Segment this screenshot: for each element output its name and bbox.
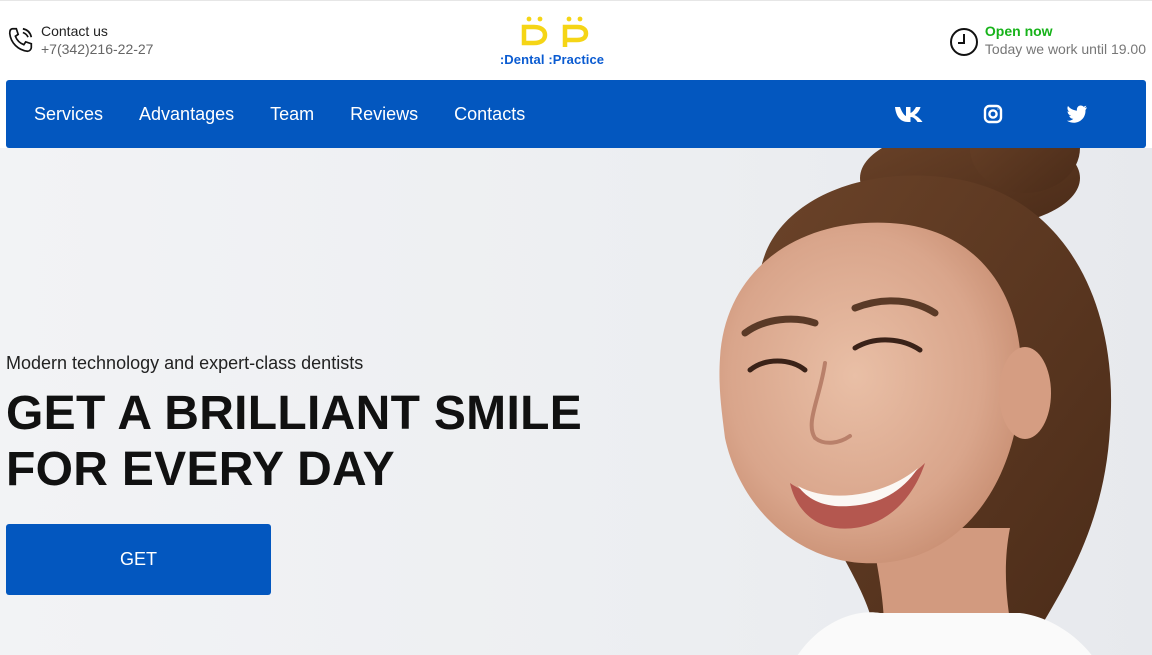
nav-item-services[interactable]: Services — [34, 104, 103, 125]
nav-item-advantages[interactable]: Advantages — [139, 104, 234, 125]
top-bar: Contact us +7(342)216-22-27 :Dental :Pra… — [0, 0, 1152, 80]
contact-block: Contact us +7(342)216-22-27 — [6, 23, 153, 59]
logo[interactable]: :Dental :Practice — [480, 13, 624, 67]
hero-subtitle: Modern technology and expert-class denti… — [6, 353, 364, 373]
open-status: Open now — [984, 23, 1053, 39]
hero-headline-line1: GET A BRILLIANT SMILE — [6, 387, 583, 440]
main-nav: Services Advantages Team Reviews Contact… — [6, 80, 1146, 148]
hero-headline-line2: FOR EVERY DAY — [6, 443, 395, 496]
instagram-icon[interactable] — [978, 102, 1008, 126]
clock-icon — [949, 28, 978, 56]
nav-item-reviews[interactable]: Reviews — [350, 104, 418, 125]
twitter-icon[interactable] — [1062, 102, 1092, 126]
nav-item-contacts[interactable]: Contacts — [454, 104, 525, 125]
phone-link[interactable]: +7(342)216-22-27 — [41, 40, 153, 59]
nav-item-team[interactable]: Team — [270, 104, 314, 125]
logo-name: :Dental :Practice — [499, 52, 605, 67]
contact-label: Contact us — [41, 23, 108, 39]
smiling-woman-photo — [719, 148, 1111, 655]
social-links — [894, 102, 1128, 126]
phone-icon — [8, 27, 33, 53]
working-hours: Today we work until 19.00 — [984, 41, 1146, 57]
get-button[interactable]: GET — [6, 524, 271, 595]
vk-icon[interactable] — [894, 102, 924, 126]
hero-headline: GET A BRILLIANT SMILE FOR EVERY DAY — [6, 386, 582, 498]
hero-section: Modern technology and expert-class denti… — [0, 148, 1152, 655]
hours-block: Open now Today we work until 19.00 — [948, 23, 1146, 59]
logo-mark — [521, 16, 589, 47]
